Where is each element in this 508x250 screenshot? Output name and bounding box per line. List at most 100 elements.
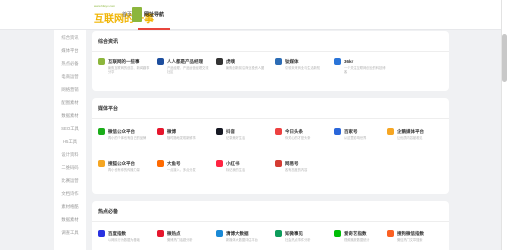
site-card[interactable]: 36kr 一个关注互联网创业的科技博客 (334, 58, 392, 80)
site-logo-icon (98, 58, 105, 65)
sidebar-item[interactable]: 文档诗作 (54, 191, 86, 197)
site-name: 企鹅媒体平台 (397, 129, 424, 134)
site-name: 钛媒体 (285, 59, 299, 64)
site-name: 百家号 (344, 129, 358, 134)
section-news: 综合资讯 互联网的一些事 聚焦互联网的创意、新闻趣事分享 人人都是产品经理 产品… (92, 31, 449, 91)
site-logo-icon (275, 160, 282, 167)
site-name: 互联网的一些事 (108, 59, 140, 64)
site-card[interactable]: 搜狗微信指数 微信热门文章搜索 (387, 230, 445, 250)
site-logo-icon (387, 230, 394, 237)
section-title: 综合资讯 (98, 39, 119, 45)
site-logo-icon (98, 230, 105, 237)
divider (92, 51, 449, 52)
site-desc: 一点接入，多点分发 (167, 168, 196, 172)
sidebar-item[interactable]: 电商运营 (54, 74, 86, 80)
site-name: 36kr (344, 59, 354, 64)
site-desc: 你关心的才是头条 (285, 136, 311, 140)
site-desc: 记录美好生活 (226, 136, 246, 140)
site-card[interactable]: 人人都是产品经理 产品经理、产品运营经理交流社区 (157, 58, 215, 80)
divider (92, 118, 449, 119)
site-card[interactable]: 清博大数据 新媒体大数据评估平台 (216, 230, 274, 250)
main-nav: 首页 网址导航 (116, 0, 171, 30)
sidebar-item[interactable]: H5工具 (54, 139, 86, 145)
site-name: 清博大数据 (226, 231, 249, 236)
site-card[interactable]: 小红书 标记我的生活 (216, 160, 274, 182)
site-desc: 随时随地发现新鲜事 (167, 136, 196, 140)
site-desc: 视频播放数据统计 (344, 238, 370, 242)
site-name: 抖音 (226, 129, 235, 134)
section-hot-topics: 热点必备 百度指数 以网民行为数据为基础 微热点 微博热门话题分析 清博大数据 … (92, 201, 449, 250)
site-card[interactable]: 百度指数 以网民行为数据为基础 (98, 230, 156, 250)
site-name: 爱奇艺指数 (344, 231, 367, 236)
sidebar-item[interactable]: 数据素材 (54, 217, 86, 223)
section-title: 热点必备 (98, 209, 119, 215)
site-desc: 引领未来商业与生活新知 (285, 66, 321, 70)
sidebar-item[interactable]: 二维码码 (54, 165, 86, 171)
sidebar-item[interactable]: 调查工具 (54, 230, 86, 236)
site-name: 搜狗微信指数 (397, 231, 424, 236)
site-desc: 各有态度的内容 (285, 168, 308, 172)
site-logo-icon (275, 128, 282, 135)
site-logo-icon (157, 160, 164, 167)
site-desc: 以网民行为数据为基础 (108, 238, 140, 242)
sidebar-item[interactable]: 素材格酷 (54, 204, 86, 210)
section-title: 媒体平台 (98, 106, 119, 112)
sidebar-item[interactable]: 设计资料 (54, 152, 86, 158)
site-logo-icon (275, 230, 282, 237)
site-desc: 微信热门文章搜索 (397, 238, 423, 242)
site-card[interactable]: 虎嗅 聚焦创新前沿商业投资人圈 (216, 58, 274, 80)
site-logo-icon (387, 128, 394, 135)
nav-site-directory[interactable]: 网址导航 (138, 0, 171, 30)
site-logo-icon (216, 230, 223, 237)
category-sidebar: 综合资讯 媒体平台 热点必备 电商运营 网络营销 配图素材 数据素材 SEO工具… (54, 30, 86, 250)
site-name: 小红书 (226, 161, 240, 166)
sidebar-item[interactable]: 网络营销 (54, 87, 86, 93)
site-logo-icon (216, 160, 223, 167)
site-desc: 聚焦互联网的创意、新闻趣事分享 (108, 66, 150, 75)
sidebar-item[interactable]: 综合资讯 (54, 35, 86, 41)
sidebar-item[interactable]: SEO工具 (54, 126, 86, 132)
site-desc: 再小也有你的传播力量 (108, 168, 140, 172)
nav-home[interactable]: 首页 (116, 0, 138, 30)
sidebar-item[interactable]: 数据素材 (54, 113, 86, 119)
site-logo-icon (98, 160, 105, 167)
site-name: 知微事见 (285, 231, 303, 236)
site-card[interactable]: 企鹅媒体平台 让优质内容被看见 (387, 128, 445, 150)
site-card[interactable]: 今日头条 你关心的才是头条 (275, 128, 333, 150)
sidebar-item[interactable]: 配图素材 (54, 100, 86, 106)
site-logo-icon (98, 128, 105, 135)
site-logo-icon (334, 128, 341, 135)
site-card[interactable]: 钛媒体 引领未来商业与生活新知 (275, 58, 333, 80)
site-card[interactable]: 微博 随时随地发现新鲜事 (157, 128, 215, 150)
site-logo-icon (157, 230, 164, 237)
site-desc: 从这里影响世界 (344, 136, 367, 140)
site-name: 今日头条 (285, 129, 303, 134)
site-name: 搜狐公众平台 (108, 161, 135, 166)
site-name: 大鱼号 (167, 161, 181, 166)
scrollbar-thumb[interactable] (502, 34, 507, 82)
site-card[interactable]: 知微事见 社会热点事件分析 (275, 230, 333, 250)
site-desc: 再小的个体也有自己的品牌 (108, 136, 147, 140)
sidebar-item[interactable]: 热点必备 (54, 61, 86, 67)
site-card[interactable]: 微信公众平台 再小的个体也有自己的品牌 (98, 128, 156, 150)
site-card[interactable]: 网易号 各有态度的内容 (275, 160, 333, 182)
site-logo-icon (334, 58, 341, 65)
site-name: 微博 (167, 129, 176, 134)
site-logo-icon (157, 128, 164, 135)
top-header: www.hlwyx.com 互联网的一事 首页 网址导航 (0, 0, 508, 30)
sidebar-item[interactable]: 比赛运营 (54, 178, 86, 184)
sidebar-item[interactable]: 媒体平台 (54, 48, 86, 54)
logo-tagline: www.hlwyx.com (94, 4, 116, 8)
site-logo-icon (157, 58, 164, 65)
site-desc: 社会热点事件分析 (285, 238, 311, 242)
divider (92, 221, 449, 222)
site-logo-icon (216, 128, 223, 135)
site-card[interactable]: 抖音 记录美好生活 (216, 128, 274, 150)
site-card[interactable]: 互联网的一些事 聚焦互联网的创意、新闻趣事分享 (98, 58, 156, 80)
site-card[interactable]: 微热点 微博热门话题分析 (157, 230, 215, 250)
site-card[interactable]: 大鱼号 一点接入，多点分发 (157, 160, 215, 182)
section-media: 媒体平台 微信公众平台 再小的个体也有自己的品牌 微博 随时随地发现新鲜事 抖音… (92, 98, 449, 194)
site-card[interactable]: 搜狐公众平台 再小也有你的传播力量 (98, 160, 156, 182)
site-card[interactable]: 爱奇艺指数 视频播放数据统计 (334, 230, 392, 250)
site-card[interactable]: 百家号 从这里影响世界 (334, 128, 392, 150)
